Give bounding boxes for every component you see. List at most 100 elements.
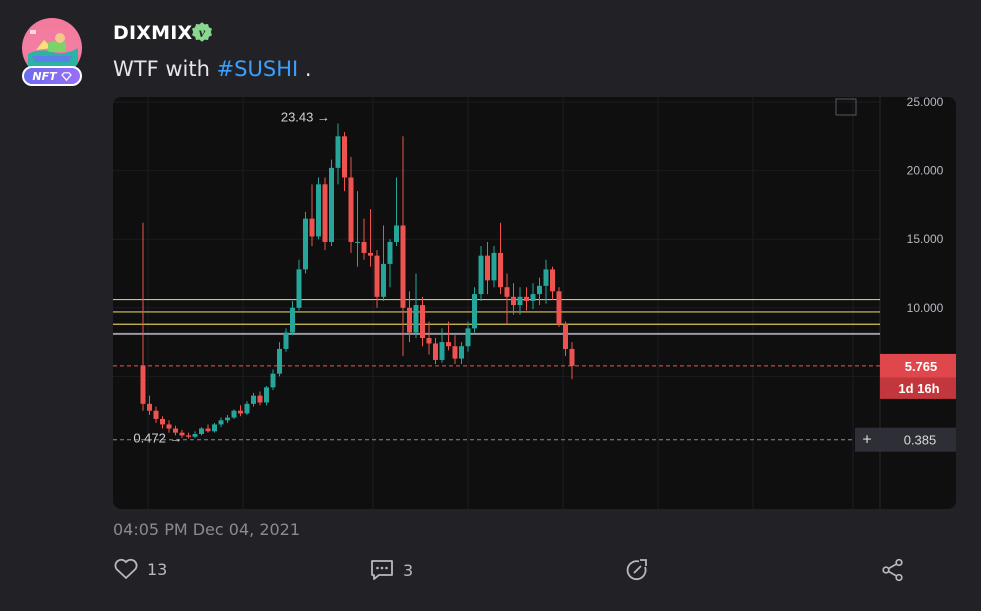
candle-body (511, 296, 516, 306)
post-timestamp: 04:05 PM Dec 04, 2021 (113, 520, 301, 539)
candle-body (166, 424, 172, 429)
y-tick-label: 25.000 (907, 97, 944, 109)
nft-badge: NFT (22, 66, 82, 86)
candle-body (491, 252, 497, 281)
candlestick-chart: 25.000 20.000 15.000 10.000 5.765 1d 16h + 0.38… (113, 97, 956, 509)
candle-body (212, 424, 217, 432)
candle-body (485, 255, 490, 281)
candle-body (264, 387, 269, 403)
diamond-icon (60, 71, 72, 81)
candle-body (368, 252, 373, 256)
candle-body (238, 410, 243, 414)
candle-body (394, 225, 399, 242)
post-actions: 13 3 (0, 552, 981, 592)
countdown-value: 1d 16h (898, 381, 939, 396)
candle-body (355, 241, 360, 243)
candle-body (270, 373, 276, 388)
low-label: 0.472 → (133, 431, 182, 446)
candle-body (563, 324, 568, 349)
hashtag-link[interactable]: #SUSHI (217, 57, 299, 81)
heart-icon (114, 558, 138, 579)
candle-body (504, 287, 510, 297)
candle-body (283, 332, 289, 349)
candle-body (329, 167, 334, 242)
candle-body (426, 337, 432, 344)
avatar[interactable]: NFT (22, 18, 84, 88)
candle-body (342, 136, 347, 178)
candle-body (316, 184, 321, 237)
candle-body (290, 307, 295, 333)
candle-body (569, 348, 575, 366)
comment-icon (371, 560, 393, 580)
chart-grid (113, 97, 881, 509)
post-text: WTF with #SUSHI . (113, 57, 312, 81)
candle-body (296, 269, 302, 308)
post-text-suffix: . (298, 57, 312, 81)
candle-body (335, 136, 341, 168)
candle-body (452, 346, 458, 359)
chart-image[interactable]: 25.000 20.000 15.000 10.000 5.765 1d 16h +0.38… (113, 97, 956, 509)
post-text-prefix: WTF with (113, 57, 217, 81)
candle-body (231, 410, 237, 418)
candle-body (517, 296, 523, 306)
y-tick-label: 20.000 (907, 164, 944, 178)
candle-body (446, 342, 451, 347)
candle-body (322, 184, 328, 242)
candle-body (537, 285, 542, 295)
candle-body (472, 294, 477, 329)
candle-body (459, 346, 464, 359)
candle-body (433, 343, 438, 360)
candle-body (543, 269, 549, 286)
crosshair-plus-icon: + (862, 432, 871, 449)
candle-body (381, 263, 386, 297)
candle-body (309, 218, 315, 237)
candle-body (524, 296, 529, 301)
candle-body (199, 428, 204, 435)
verified-badge-icon: v (190, 20, 214, 44)
candle-body (361, 241, 367, 253)
candle-body (147, 403, 152, 411)
candle-body (244, 403, 250, 414)
candle-body (225, 417, 230, 421)
candle-body (374, 255, 380, 297)
candle-body (303, 218, 308, 270)
price-axis: 25.000 20.000 15.000 10.000 5.765 1d 16h + 0.38… (835, 97, 956, 452)
candle-body (153, 410, 159, 419)
candle-body (556, 291, 562, 325)
candle-body (478, 255, 484, 295)
candle-body (387, 241, 393, 264)
candle-body (186, 435, 191, 437)
like-count: 13 (147, 559, 168, 579)
like-button[interactable]: 13 (113, 558, 167, 580)
nft-badge-label: NFT (32, 69, 57, 83)
candle-body (160, 418, 165, 425)
candle-body (420, 305, 425, 338)
candle-body (550, 269, 555, 292)
candle-body (257, 395, 263, 403)
comment-count: 3 (403, 560, 414, 580)
username[interactable]: DIXMIX (113, 22, 192, 44)
share-icon (882, 558, 903, 582)
price-tag-value: 5.765 (905, 359, 938, 374)
verified-badge-letter: v (199, 26, 206, 41)
comment-button[interactable]: 3 (369, 558, 413, 582)
candle-body (192, 434, 198, 437)
y-tick-label: 15.000 (907, 232, 944, 246)
repost-icon (626, 559, 647, 581)
y-tick-label: 10.000 (907, 301, 944, 315)
candle-body (439, 342, 445, 360)
candle-body (348, 177, 354, 242)
candle-body (218, 420, 224, 425)
candle-body (400, 225, 406, 308)
share-button[interactable] (881, 558, 905, 582)
candle-body (205, 428, 211, 432)
candle-body (277, 348, 282, 374)
crosshair-label: 0.385 (904, 433, 937, 448)
candle-body (498, 252, 503, 288)
candle-body (530, 294, 536, 301)
high-label: 23.43 → (281, 110, 330, 125)
repost-button[interactable] (625, 558, 651, 582)
candle-body (413, 305, 419, 333)
candle-body (465, 328, 471, 347)
candle-body (407, 307, 412, 333)
